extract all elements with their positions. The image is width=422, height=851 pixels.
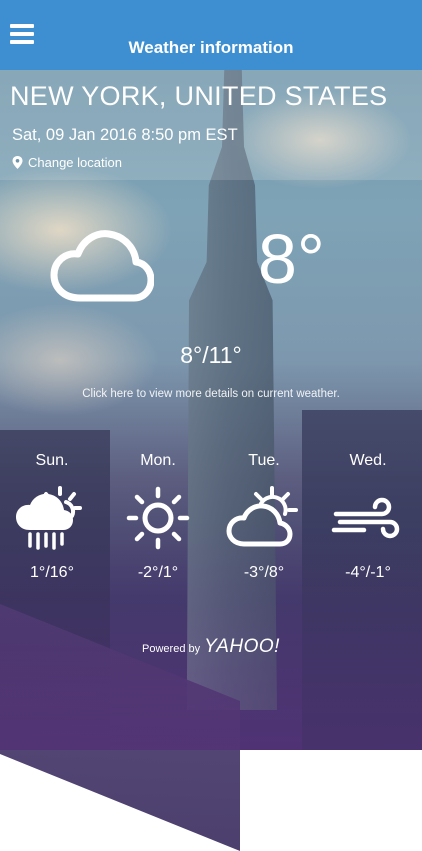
- forecast-temps: 1°/16°: [30, 564, 74, 581]
- forecast-day-wed[interactable]: Wed. -4°/-1°: [318, 450, 418, 582]
- location-pin-icon: [12, 156, 23, 169]
- forecast-day-mon[interactable]: Mon. -2°/1°: [108, 450, 208, 582]
- cloud-icon: [50, 230, 154, 302]
- forecast-day-tue[interactable]: Tue. -3°/8°: [214, 450, 314, 582]
- forecast-day-name: Wed.: [349, 452, 387, 469]
- current-temperature: 8°: [258, 220, 325, 298]
- powered-by-yahoo[interactable]: Powered by YAHOO!: [0, 636, 422, 658]
- forecast-day-name: Tue.: [248, 452, 280, 469]
- date-time: Sat, 09 Jan 2016 8:50 pm EST: [12, 126, 238, 144]
- forecast-day-name: Mon.: [140, 452, 176, 469]
- current-details-link[interactable]: Click here to view more details on curre…: [0, 388, 422, 400]
- forecast-temps: -2°/1°: [137, 564, 179, 581]
- sun-icon: [126, 486, 190, 550]
- forecast-temps: -4°/-1°: [345, 564, 391, 581]
- change-location-link[interactable]: Change location: [12, 155, 122, 170]
- partly-cloudy-icon: [226, 486, 298, 547]
- current-high-low: 8°/11°: [180, 342, 242, 368]
- yahoo-logo: YAHOO!: [204, 636, 280, 657]
- rain-sun-icon: [16, 486, 82, 550]
- forecast-temps: -3°/8°: [243, 564, 285, 581]
- city-name: NEW YORK, UNITED STATES: [10, 81, 388, 111]
- forecast-day-name: Sun.: [35, 452, 69, 469]
- forecast-row: Sun. 1°/16° Mon. -2°/1° Tue. -3°/8° Wed.…: [0, 450, 422, 600]
- navbar-title: Weather information: [128, 38, 294, 57]
- wind-icon: [331, 497, 400, 539]
- change-location-label: Change location: [28, 155, 122, 170]
- top-navbar: Weather information: [0, 0, 422, 70]
- powered-by-label: Powered by: [142, 643, 201, 655]
- forecast-day-sun[interactable]: Sun. 1°/16°: [2, 450, 102, 582]
